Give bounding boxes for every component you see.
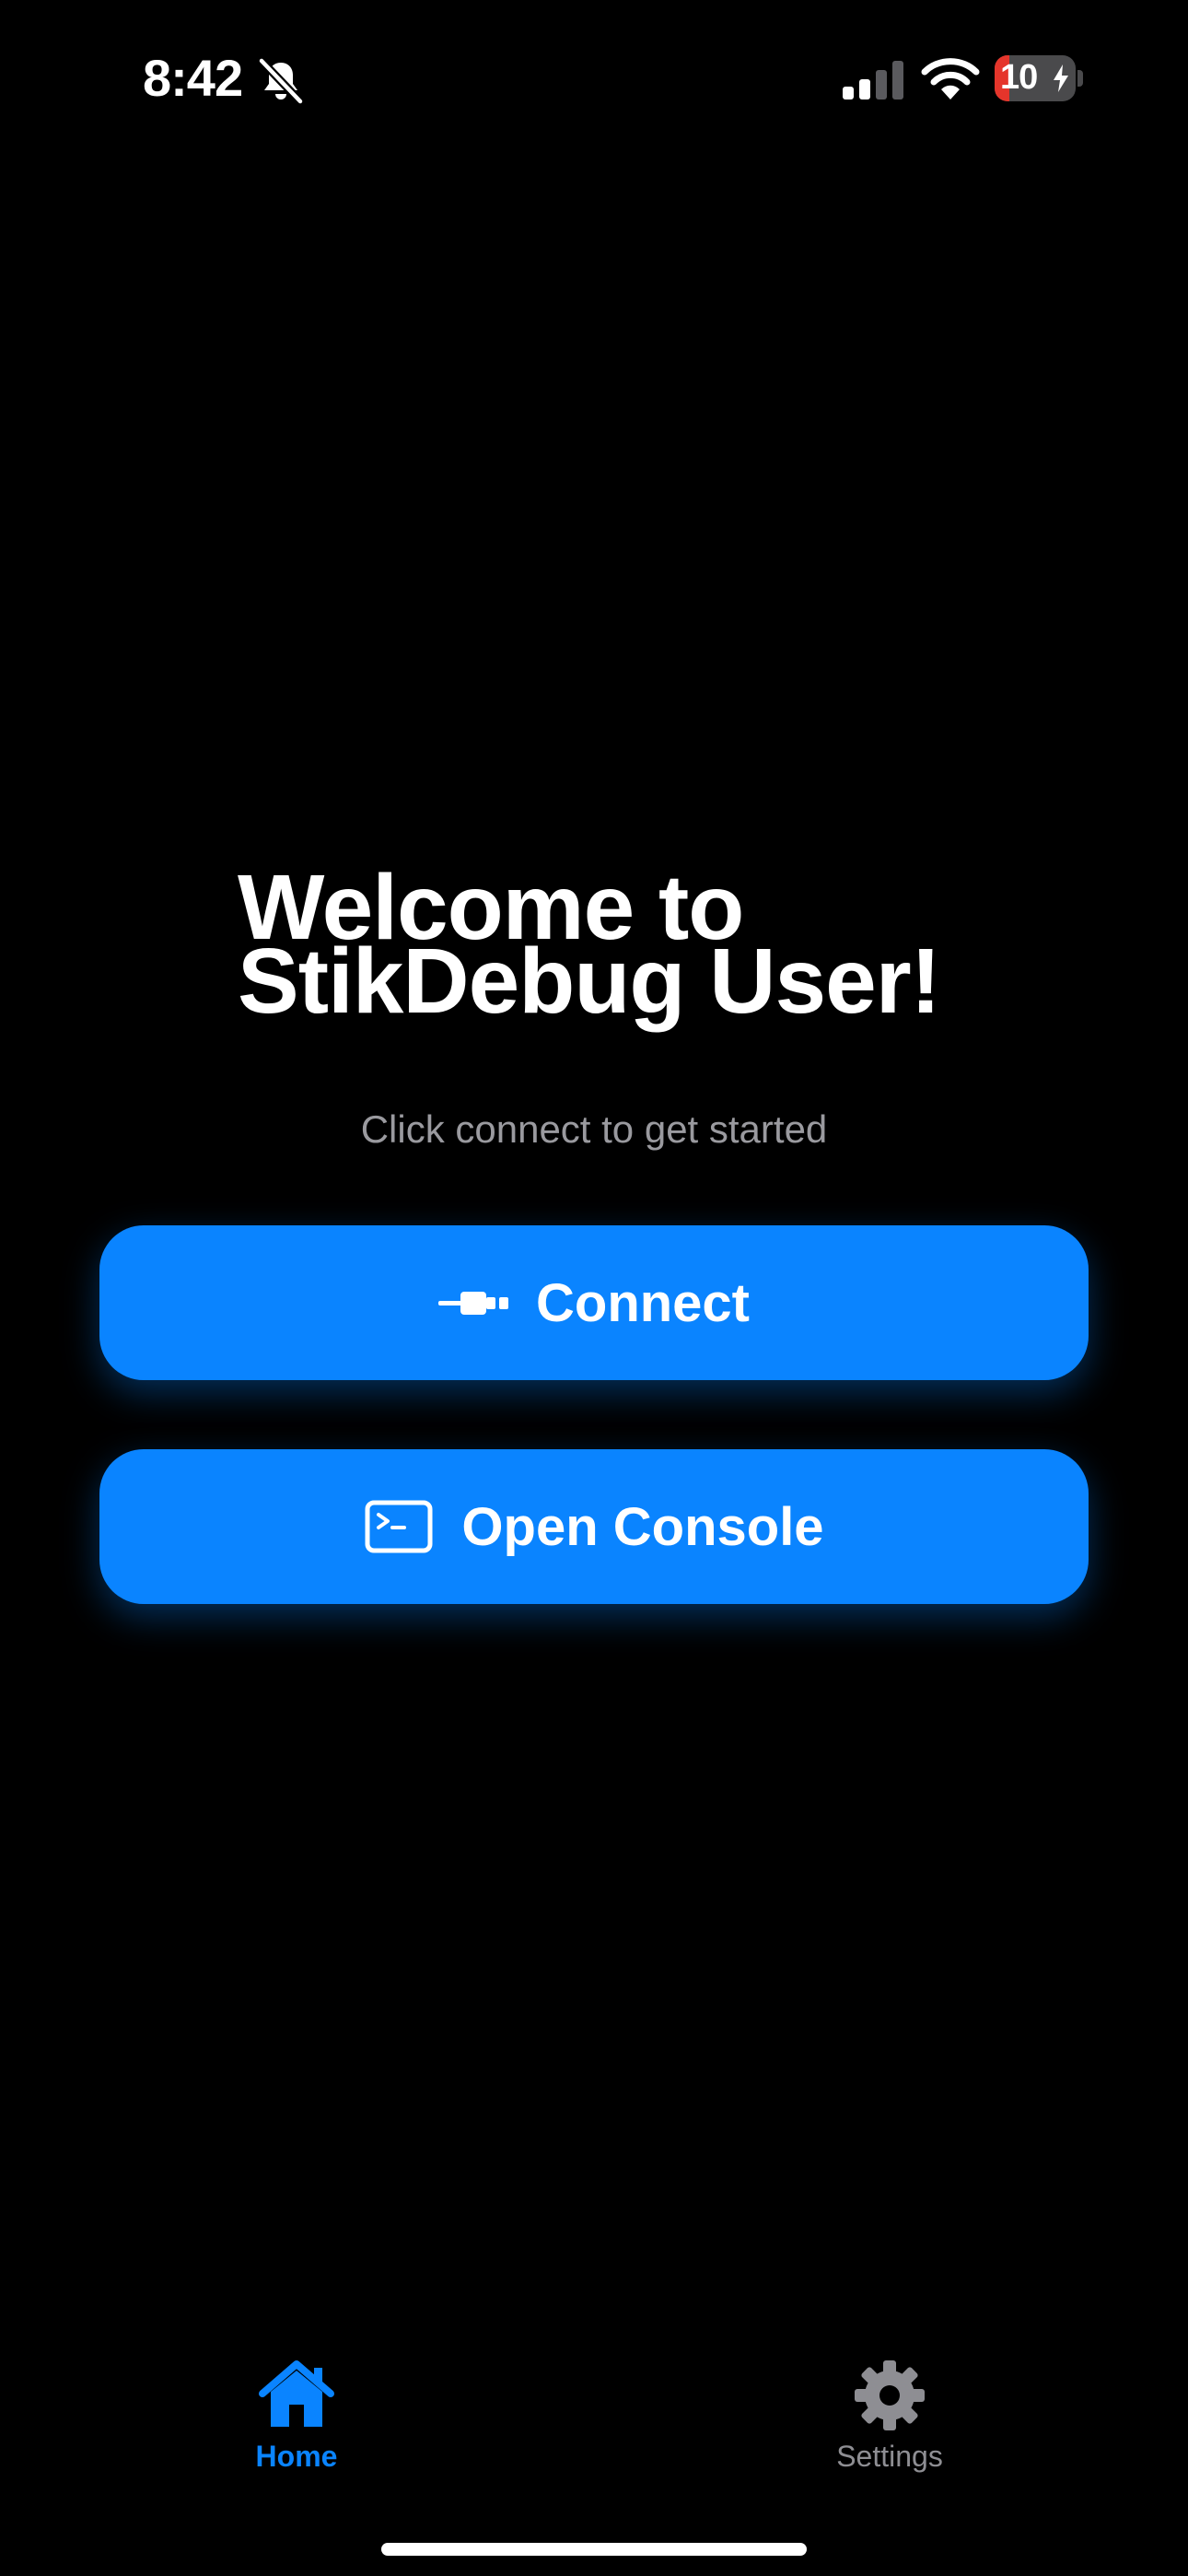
terminal-icon bbox=[365, 1500, 433, 1553]
tab-bar: Home Settings bbox=[0, 2340, 1188, 2576]
cellular-signal-icon bbox=[843, 61, 903, 100]
tab-home[interactable]: Home bbox=[195, 2359, 398, 2497]
open-console-button-label: Open Console bbox=[461, 1496, 824, 1557]
cable-connector-icon bbox=[438, 1292, 508, 1315]
open-console-button[interactable]: Open Console bbox=[99, 1449, 1089, 1604]
gear-icon bbox=[855, 2360, 925, 2430]
wifi-icon bbox=[921, 58, 980, 100]
connect-button-label: Connect bbox=[536, 1272, 750, 1333]
home-indicator[interactable] bbox=[381, 2543, 807, 2556]
tab-settings[interactable]: Settings bbox=[788, 2359, 991, 2497]
tab-settings-label: Settings bbox=[836, 2440, 943, 2473]
status-bar: 8:42 10 bbox=[0, 0, 1188, 157]
battery-cap bbox=[1077, 70, 1083, 87]
welcome-subtitle: Click connect to get started bbox=[360, 1107, 828, 1151]
charging-bolt-icon bbox=[1054, 64, 1068, 92]
connect-button[interactable]: Connect bbox=[99, 1225, 1089, 1380]
battery-level: 10 bbox=[1000, 58, 1038, 97]
welcome-title-line-2: StikDebug User! bbox=[238, 930, 941, 1033]
tab-home-label: Home bbox=[255, 2440, 338, 2473]
welcome-title: Welcome to StikDebug User! bbox=[238, 861, 1066, 1033]
battery-body: 10 bbox=[995, 55, 1076, 101]
status-time: 8:42 bbox=[143, 49, 243, 107]
house-icon bbox=[259, 2360, 334, 2427]
bell-slash-icon bbox=[258, 57, 304, 105]
battery-charging-icon: 10 bbox=[995, 55, 1083, 101]
